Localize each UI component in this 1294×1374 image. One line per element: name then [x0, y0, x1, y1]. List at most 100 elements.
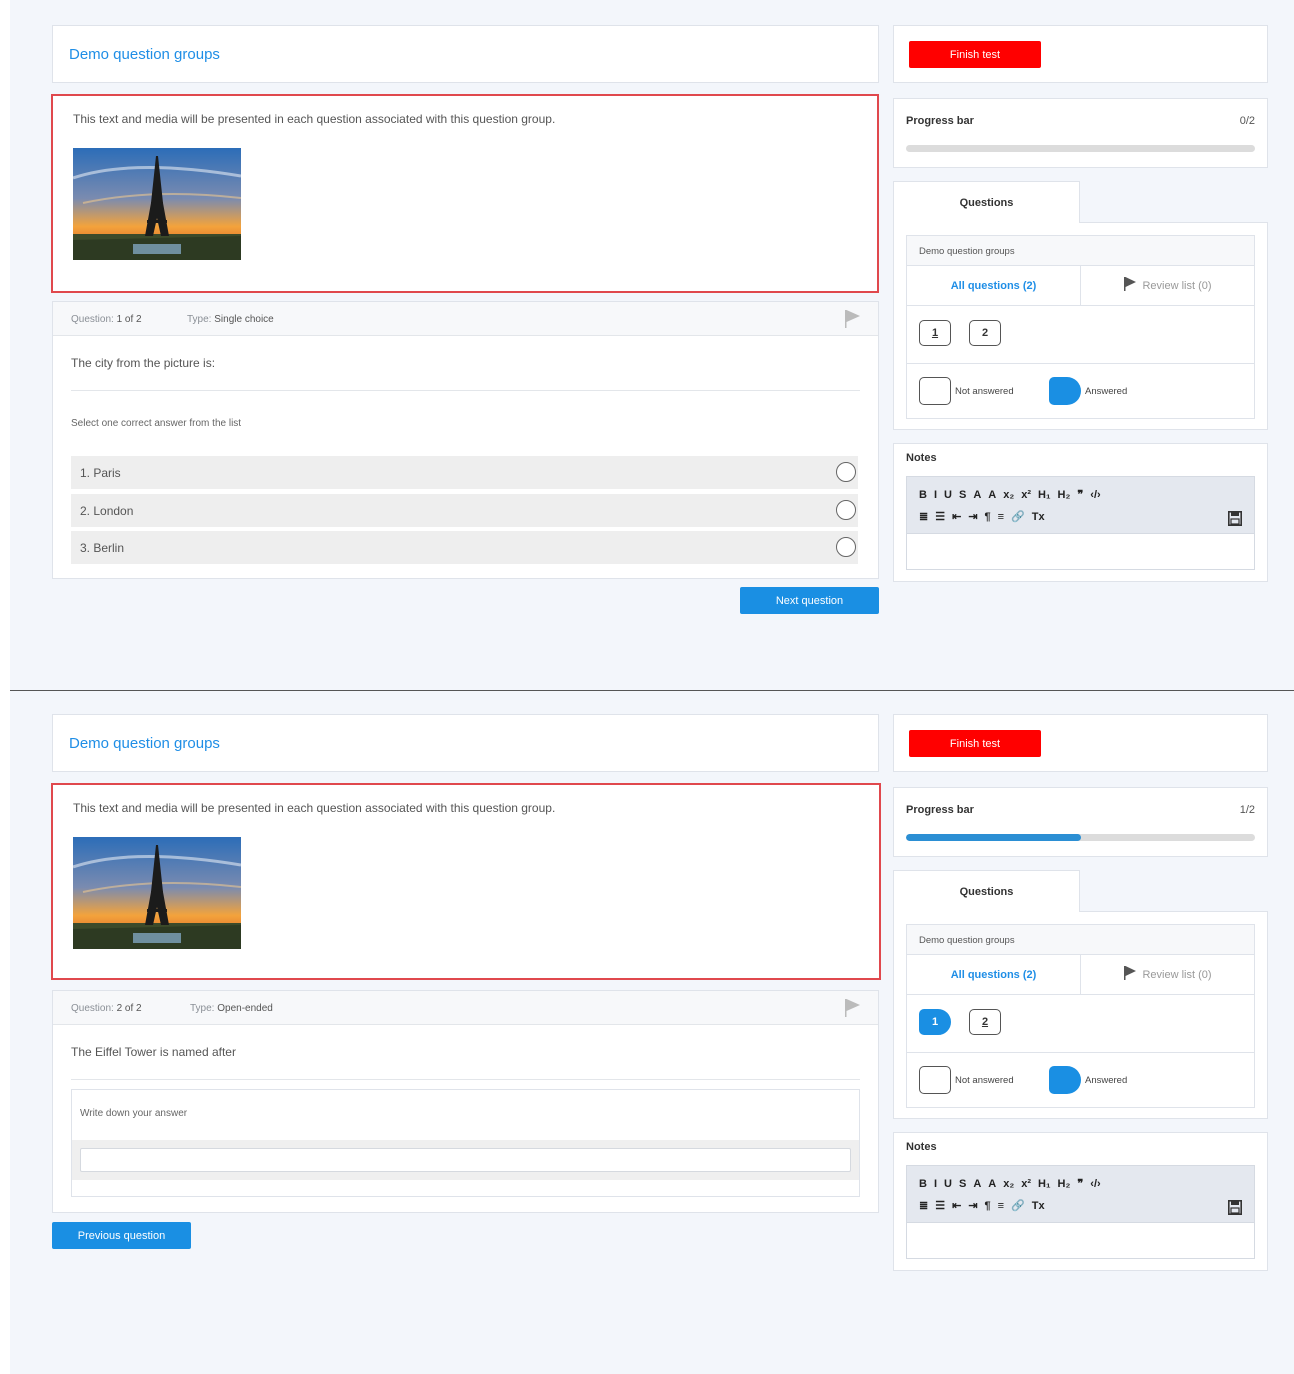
flag-icon[interactable] [844, 309, 862, 329]
progress-count: 1/2 [1239, 804, 1255, 816]
toolbar-button[interactable]: ≣ [919, 510, 928, 523]
finish-test-button[interactable]: Finish test [909, 730, 1041, 757]
question-number-button[interactable]: 2 [969, 320, 1001, 346]
radio-button[interactable] [836, 500, 856, 520]
toolbar-button[interactable]: x₂ [1003, 1178, 1014, 1190]
eiffel-tower-image [73, 837, 241, 949]
tab-all-questions[interactable]: All questions (2) [907, 266, 1081, 306]
toolbar-button[interactable]: ⇤ [952, 510, 961, 523]
answer-area: Write down your answer [71, 1089, 860, 1197]
toolbar-button[interactable]: U [944, 489, 952, 501]
notes-editor[interactable] [906, 1223, 1255, 1259]
group-name: Demo question groups [907, 236, 1254, 266]
toolbar-button[interactable]: ⇤ [952, 1199, 961, 1212]
answer-option-label: 2. London [80, 504, 134, 518]
toolbar-button[interactable]: ❞ [1077, 488, 1083, 501]
group-name: Demo question groups [907, 925, 1254, 955]
finish-box: Finish test [893, 714, 1268, 772]
toolbar-button[interactable]: ‹/› [1090, 489, 1100, 501]
toolbar-button[interactable]: H₂ [1058, 489, 1071, 501]
answer-input[interactable] [80, 1148, 851, 1172]
toolbar-button[interactable]: A [988, 489, 996, 501]
legend-answered: Answered [1085, 386, 1128, 397]
toolbar-button[interactable]: S [959, 489, 966, 501]
toolbar-button[interactable]: ⇥ [968, 1199, 977, 1212]
toolbar-button[interactable]: x² [1021, 489, 1031, 501]
questions-panel: Demo question groups All questions (2) R… [893, 911, 1268, 1119]
toolbar-button[interactable]: ⇥ [968, 510, 977, 523]
next-question-button[interactable]: Next question [740, 587, 879, 614]
tab-all-questions[interactable]: All questions (2) [907, 955, 1081, 995]
radio-button[interactable] [836, 462, 856, 482]
toolbar-button[interactable]: ❞ [1077, 1177, 1083, 1190]
toolbar-button[interactable]: 🔗 [1011, 510, 1025, 523]
toolbar-button[interactable]: Tx [1032, 1200, 1045, 1212]
review-list-label: Review list (0) [1142, 280, 1212, 292]
tab-review-list[interactable]: Review list (0) [1082, 955, 1254, 995]
toolbar-button[interactable]: ≣ [919, 1199, 928, 1212]
toolbar-button[interactable]: B [919, 1178, 927, 1190]
toolbar-button[interactable]: A [988, 1178, 996, 1190]
flag-icon [1124, 966, 1137, 980]
toolbar-button[interactable]: ☰ [935, 1199, 945, 1212]
eiffel-tower-image [73, 148, 241, 260]
notes-editor[interactable] [906, 534, 1255, 570]
answer-option[interactable]: 1. Paris [71, 456, 858, 489]
question-filter-tabs: All questions (2) Review list (0) [907, 266, 1254, 306]
toolbar-button[interactable]: ‹/› [1090, 1178, 1100, 1190]
toolbar-button[interactable]: x² [1021, 1178, 1031, 1190]
question-number-button[interactable]: 1 [919, 1009, 951, 1035]
question-type: Type: Open-ended [190, 1003, 273, 1014]
toolbar-row-format: B I U S A Ax₂ x² H₁ H₂ ❞ ‹/› [919, 1177, 1108, 1190]
answer-option[interactable]: 2. London [71, 494, 858, 527]
question-filter-tabs: All questions (2) Review list (0) [907, 955, 1254, 995]
toolbar-button[interactable]: x₂ [1003, 489, 1014, 501]
review-list-label: Review list (0) [1142, 969, 1212, 981]
notes-title: Notes [906, 1141, 937, 1153]
toolbar-button[interactable]: U [944, 1178, 952, 1190]
previous-question-button[interactable]: Previous question [52, 1222, 191, 1249]
tab-review-list[interactable]: Review list (0) [1082, 266, 1254, 306]
toolbar-button[interactable]: I [934, 489, 937, 501]
toolbar-button[interactable]: A [973, 489, 981, 501]
toolbar-button[interactable]: I [934, 1178, 937, 1190]
question-number-button[interactable]: 1 [919, 320, 951, 346]
screen-1: Demo question groups This text and media… [10, 0, 1294, 690]
question-number: Question: 1 of 2 [71, 314, 142, 325]
not-answered-swatch [919, 377, 951, 405]
answer-label: Write down your answer [80, 1108, 188, 1119]
toolbar-button[interactable]: B [919, 489, 927, 501]
toolbar-button[interactable]: ☰ [935, 510, 945, 523]
flag-icon[interactable] [844, 998, 862, 1018]
question-navigator: Demo question groups All questions (2) R… [906, 235, 1255, 419]
toolbar-button[interactable]: ¶ [985, 511, 991, 523]
answer-option[interactable]: 3. Berlin [71, 531, 858, 564]
flag-icon [1124, 277, 1137, 291]
divider [71, 390, 860, 391]
save-icon[interactable] [1228, 1200, 1242, 1215]
toolbar-button[interactable]: H₁ [1038, 489, 1051, 501]
save-icon[interactable] [1228, 511, 1242, 526]
radio-button[interactable] [836, 537, 856, 557]
question-hint: Select one correct answer from the list [71, 418, 242, 429]
progress-box: Progress bar 1/2 [893, 787, 1268, 857]
toolbar-button[interactable]: H₂ [1058, 1178, 1071, 1190]
notes-box: Notes B I U S A Ax₂ x² H₁ H₂ ❞ ‹/› ≣ ☰ ⇤ ⇥ ¶ ≡ 🔗 Tx [893, 443, 1268, 582]
tab-questions[interactable]: Questions [893, 870, 1080, 912]
toolbar-button[interactable]: ≡ [998, 511, 1004, 523]
question-number-button[interactable]: 2 [969, 1009, 1001, 1035]
toolbar-button[interactable]: Tx [1032, 511, 1045, 523]
tab-questions[interactable]: Questions [893, 181, 1080, 223]
toolbar-button[interactable]: A [973, 1178, 981, 1190]
finish-test-button[interactable]: Finish test [909, 41, 1041, 68]
toolbar-row-format: B I U S A Ax₂ x² H₁ H₂ ❞ ‹/› [919, 488, 1108, 501]
toolbar-button[interactable]: S [959, 1178, 966, 1190]
toolbar-button[interactable]: ≡ [998, 1200, 1004, 1212]
group-title: Demo question groups [69, 735, 220, 752]
toolbar-button[interactable]: H₁ [1038, 1178, 1051, 1190]
toolbar-button[interactable]: 🔗 [1011, 1199, 1025, 1212]
legend-answered: Answered [1085, 1075, 1128, 1086]
finish-box: Finish test [893, 25, 1268, 83]
page-title-box: Demo question groups [52, 25, 879, 83]
toolbar-button[interactable]: ¶ [985, 1200, 991, 1212]
